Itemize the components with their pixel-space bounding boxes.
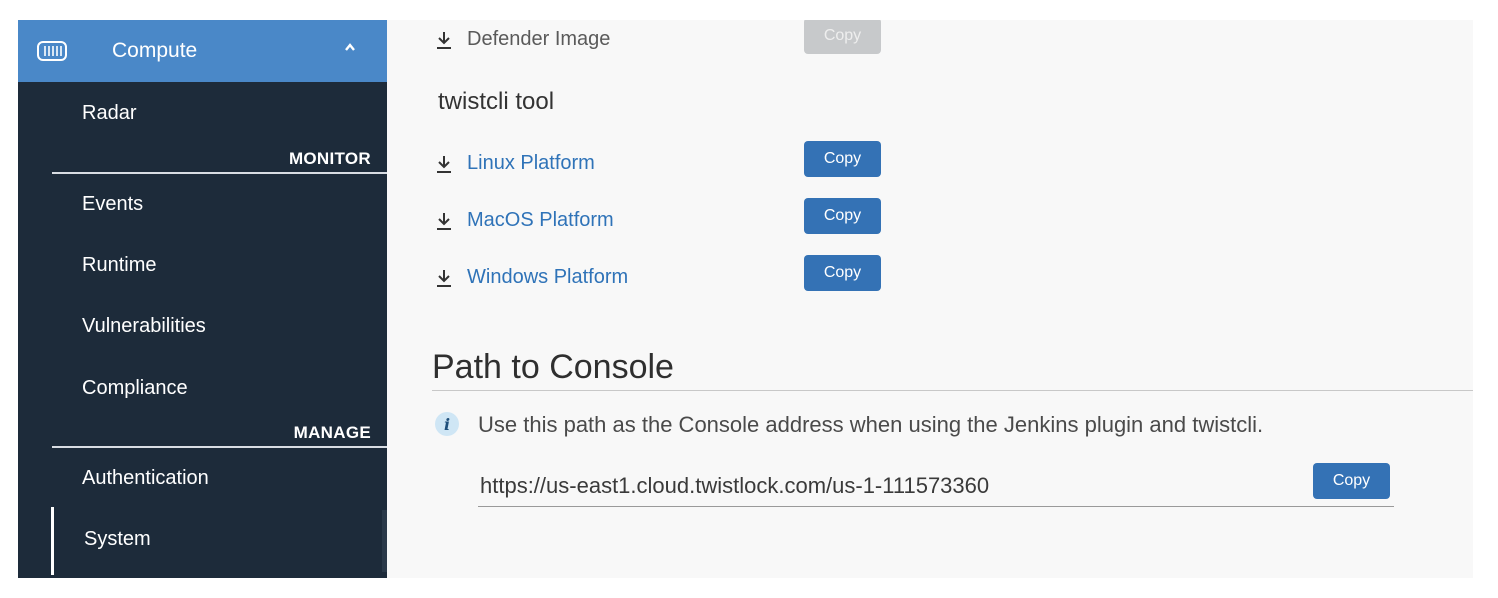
twistcli-title: twistcli tool [438, 88, 555, 115]
download-icon [437, 155, 451, 173]
app-frame: Compute Radar MONITOR Events Runtime Vul… [18, 20, 1473, 578]
defender-image-link[interactable]: Defender Image [467, 28, 610, 51]
download-icon [437, 269, 451, 287]
download-row-macos: MacOS Platform [435, 209, 614, 232]
windows-platform-link[interactable]: Windows Platform [467, 266, 628, 289]
defender-image-row: Defender Image [435, 28, 610, 51]
sidebar-item-authentication[interactable]: Authentication [82, 467, 209, 490]
linux-platform-link[interactable]: Linux Platform [467, 152, 595, 175]
download-icon [437, 31, 451, 49]
copy-console-path-button[interactable]: Copy [1313, 463, 1390, 499]
path-to-console-title: Path to Console [432, 348, 674, 386]
sidebar-item-events[interactable]: Events [82, 193, 143, 216]
sidebar-item-vulnerabilities[interactable]: Vulnerabilities [82, 315, 206, 338]
compute-label: Compute [112, 39, 198, 62]
compute-menu-toggle[interactable]: Compute [18, 20, 387, 82]
console-path-info: Use this path as the Console address whe… [478, 412, 1264, 437]
svg-text:i: i [444, 415, 450, 434]
copy-linux-button[interactable]: Copy [804, 141, 881, 177]
sidebar-item-compliance[interactable]: Compliance [82, 377, 188, 400]
chevron-up-icon [345, 43, 355, 51]
sidebar-item-radar[interactable]: Radar [82, 102, 136, 125]
download-row-linux: Linux Platform [435, 152, 595, 175]
section-divider [52, 172, 387, 174]
sidebar-item-system[interactable]: System [84, 528, 151, 551]
download-icon [437, 212, 451, 230]
copy-windows-button[interactable]: Copy [804, 255, 881, 291]
title-divider [432, 390, 1473, 391]
active-indicator [51, 507, 54, 575]
container-icon [37, 41, 67, 61]
section-divider [52, 446, 387, 448]
info-icon: i [435, 412, 459, 436]
section-label-manage: MANAGE [293, 423, 371, 442]
copy-macos-button[interactable]: Copy [804, 198, 881, 234]
macos-platform-link[interactable]: MacOS Platform [467, 209, 614, 232]
section-label-monitor: MONITOR [288, 149, 371, 168]
download-row-windows: Windows Platform [435, 266, 628, 289]
sidebar: Compute Radar MONITOR Events Runtime Vul… [18, 20, 387, 578]
main-content: Defender Image Copy twistcli tool Linux … [387, 20, 1473, 578]
copy-defender-image-button[interactable]: Copy [804, 20, 881, 54]
sidebar-item-runtime[interactable]: Runtime [82, 254, 156, 277]
console-path-field[interactable] [478, 466, 1394, 507]
